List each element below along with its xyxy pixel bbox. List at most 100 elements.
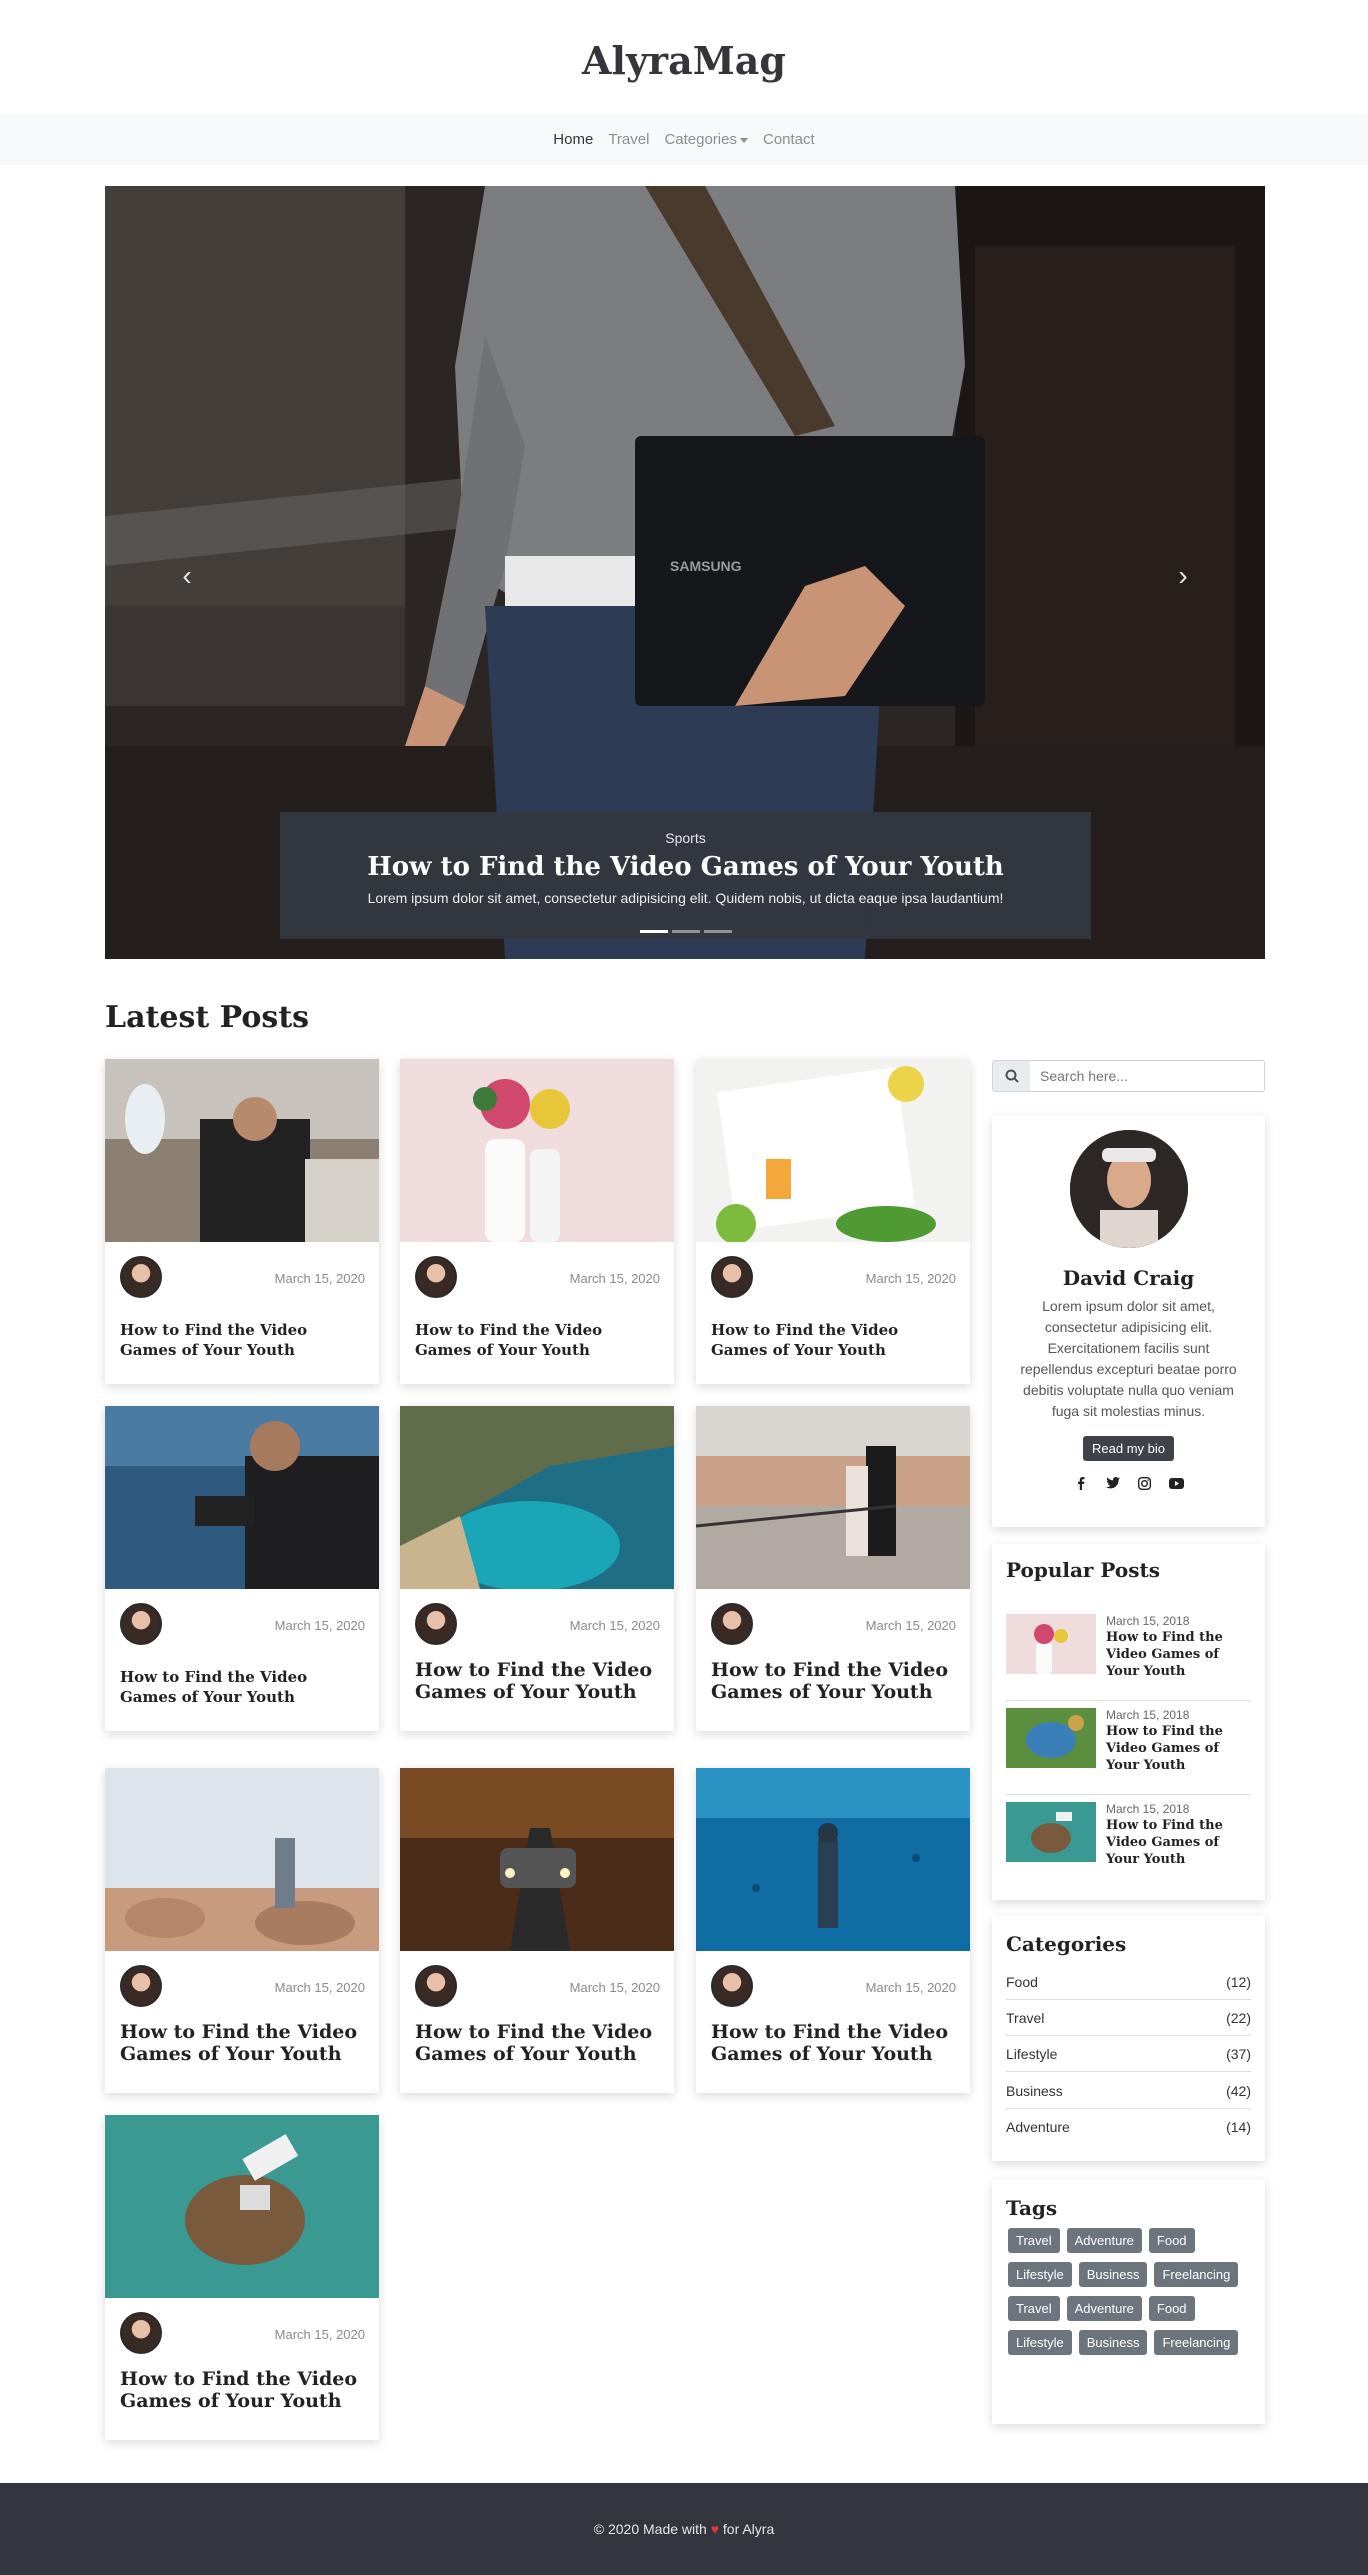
read-bio-button[interactable]: Read my bio	[1083, 1436, 1174, 1461]
popular-post-item[interactable]: March 15, 2018 How to Find the Video Gam…	[1006, 1802, 1251, 1882]
post-title[interactable]: How to Find the Video Games of Your Yout…	[120, 2368, 364, 2413]
tag-business[interactable]: Business	[1078, 2262, 1148, 2287]
post-title[interactable]: How to Find the Video Games of Your Yout…	[711, 2021, 955, 2066]
category-count: (42)	[1226, 2082, 1251, 2099]
tag-adventure[interactable]: Adventure	[1066, 2296, 1142, 2321]
category-item-lifestyle[interactable]: Lifestyle (37)	[1006, 2036, 1251, 2072]
post-date: March 15, 2020	[274, 1980, 365, 1995]
post-card[interactable]: March 15, 2020 How to Find the Video Gam…	[105, 1768, 379, 2093]
search-box	[992, 1060, 1265, 1092]
tag-food[interactable]: Food	[1148, 2296, 1195, 2321]
post-date: March 15, 2020	[865, 1618, 956, 1633]
tag-adventure[interactable]: Adventure	[1066, 2228, 1142, 2253]
chevron-left-icon: ‹	[182, 560, 192, 591]
search-button[interactable]	[993, 1061, 1030, 1091]
post-card[interactable]: March 15, 2020 How to Find the Video Gam…	[105, 1406, 379, 1731]
post-date: March 15, 2020	[274, 2327, 365, 2342]
category-count: (22)	[1226, 2009, 1251, 2026]
category-item-food[interactable]: Food (12)	[1006, 1964, 1251, 2000]
main-navbar: Home Travel Categories Contact	[0, 114, 1368, 165]
chevron-right-icon: ›	[1178, 560, 1188, 591]
post-card[interactable]: March 15, 2020 How to Find the Video Gam…	[696, 1406, 970, 1731]
tag-travel[interactable]: Travel	[1008, 2228, 1060, 2253]
carousel-next[interactable]: ›	[1163, 556, 1203, 596]
tag-lifestyle[interactable]: Lifestyle	[1008, 2330, 1072, 2355]
post-title[interactable]: How to Find the Video Games of Your Yout…	[711, 1659, 955, 1704]
tag-cloud: Travel Adventure Food Lifestyle Business…	[1008, 2228, 1253, 2355]
post-date: March 15, 2020	[865, 1980, 956, 1995]
caption-category[interactable]: Sports	[280, 830, 1091, 846]
author-avatar[interactable]	[120, 1256, 162, 1298]
author-avatar[interactable]	[711, 1603, 753, 1645]
nav-home[interactable]: Home	[553, 131, 593, 148]
author-avatar[interactable]	[120, 2312, 162, 2354]
post-title[interactable]: How to Find the Video Games of Your Yout…	[415, 1659, 659, 1704]
tag-food[interactable]: Food	[1148, 2228, 1195, 2253]
popular-post-title[interactable]: How to Find the Video Games of Your Yout…	[1106, 1818, 1251, 1869]
post-card[interactable]: March 15, 2020 How to Find the Video Gam…	[696, 1768, 970, 2093]
author-avatar[interactable]	[415, 1256, 457, 1298]
author-avatar[interactable]	[415, 1603, 457, 1645]
nav-contact[interactable]: Contact	[763, 131, 815, 148]
author-avatar[interactable]	[711, 1256, 753, 1298]
nav-travel[interactable]: Travel	[608, 131, 649, 148]
post-date: March 15, 2020	[865, 1271, 956, 1286]
tag-business[interactable]: Business	[1078, 2330, 1148, 2355]
popular-post-item[interactable]: March 15, 2018 How to Find the Video Gam…	[1006, 1708, 1251, 1788]
carousel-indicator[interactable]	[671, 930, 700, 933]
popular-post-title[interactable]: How to Find the Video Games of Your Yout…	[1106, 1724, 1251, 1775]
tag-travel[interactable]: Travel	[1008, 2296, 1060, 2321]
post-title[interactable]: How to Find the Video Games of Your Yout…	[120, 2021, 364, 2066]
author-avatar[interactable]	[120, 1603, 162, 1645]
post-title[interactable]: How to Find the Video Games of Your Yout…	[120, 1668, 364, 1707]
category-name: Lifestyle	[1006, 2045, 1058, 2062]
author-avatar[interactable]	[120, 1965, 162, 2007]
post-card[interactable]: March 15, 2020 How to Find the Video Gam…	[400, 1059, 674, 1384]
author-avatar[interactable]	[415, 1965, 457, 2007]
hero-carousel[interactable]: SAMSUNG ‹ › Sports How to Find the Video…	[105, 186, 1265, 959]
post-title[interactable]: How to Find the Video Games of Your Yout…	[711, 1321, 955, 1360]
footer-prefix: © 2020 Made with	[593, 2521, 707, 2537]
tags-widget: Tags Travel Adventure Food Lifestyle Bus…	[992, 2180, 1265, 2424]
category-name: Adventure	[1006, 2119, 1070, 2135]
caption-text: Lorem ipsum dolor sit amet, consectetur …	[367, 890, 1004, 906]
author-avatar[interactable]	[711, 1965, 753, 2007]
post-card[interactable]: March 15, 2020 How to Find the Video Gam…	[696, 1059, 970, 1384]
caption-title[interactable]: How to Find the Video Games of Your Yout…	[280, 852, 1091, 882]
carousel-prev[interactable]: ‹	[167, 556, 207, 596]
nav-categories-dropdown[interactable]: Categories	[664, 131, 748, 148]
post-title[interactable]: How to Find the Video Games of Your Yout…	[120, 1321, 364, 1360]
author-profile-card: David Craig Lorem ipsum dolor sit amet, …	[992, 1116, 1265, 1527]
search-input[interactable]	[1030, 1061, 1264, 1091]
twitter-icon[interactable]	[1105, 1475, 1121, 1491]
category-count: (37)	[1226, 2045, 1251, 2062]
category-item-travel[interactable]: Travel (22)	[1006, 2000, 1251, 2036]
instagram-icon[interactable]	[1137, 1475, 1153, 1491]
popular-post-title[interactable]: How to Find the Video Games of Your Yout…	[1106, 1630, 1251, 1681]
post-title[interactable]: How to Find the Video Games of Your Yout…	[415, 2021, 659, 2066]
author-photo	[1069, 1130, 1188, 1248]
post-card[interactable]: March 15, 2020 How to Find the Video Gam…	[400, 1406, 674, 1731]
post-card[interactable]: March 15, 2020 How to Find the Video Gam…	[400, 1768, 674, 2093]
category-item-business[interactable]: Business (42)	[1006, 2073, 1251, 2109]
popular-post-date: March 15, 2018	[1106, 1802, 1190, 1816]
category-count: (14)	[1226, 2119, 1251, 2135]
popular-post-date: March 15, 2018	[1106, 1614, 1190, 1628]
category-item-adventure[interactable]: Adventure (14)	[1006, 2109, 1251, 2145]
post-card[interactable]: March 15, 2020 How to Find the Video Gam…	[105, 1059, 379, 1384]
carousel-indicator[interactable]	[703, 930, 732, 933]
post-title[interactable]: How to Find the Video Games of Your Yout…	[415, 1321, 659, 1360]
nav-categories-label: Categories	[664, 131, 737, 148]
carousel-indicator[interactable]	[639, 930, 668, 933]
tag-lifestyle[interactable]: Lifestyle	[1008, 2262, 1072, 2287]
youtube-icon[interactable]	[1169, 1475, 1185, 1491]
site-brand[interactable]: AlyraMag	[0, 38, 1368, 83]
tag-freelancing[interactable]: Freelancing	[1154, 2262, 1239, 2287]
post-card[interactable]: March 15, 2020 How to Find the Video Gam…	[105, 2115, 379, 2440]
popular-post-item[interactable]: March 15, 2018 How to Find the Video Gam…	[1006, 1614, 1251, 1694]
popular-posts-widget: Popular Posts March 15, 2018 How to Find…	[992, 1544, 1265, 1900]
carousel-caption: Sports How to Find the Video Games of Yo…	[280, 812, 1091, 939]
facebook-icon[interactable]	[1073, 1475, 1089, 1491]
search-icon	[1005, 1069, 1019, 1083]
tag-freelancing[interactable]: Freelancing	[1154, 2330, 1239, 2355]
